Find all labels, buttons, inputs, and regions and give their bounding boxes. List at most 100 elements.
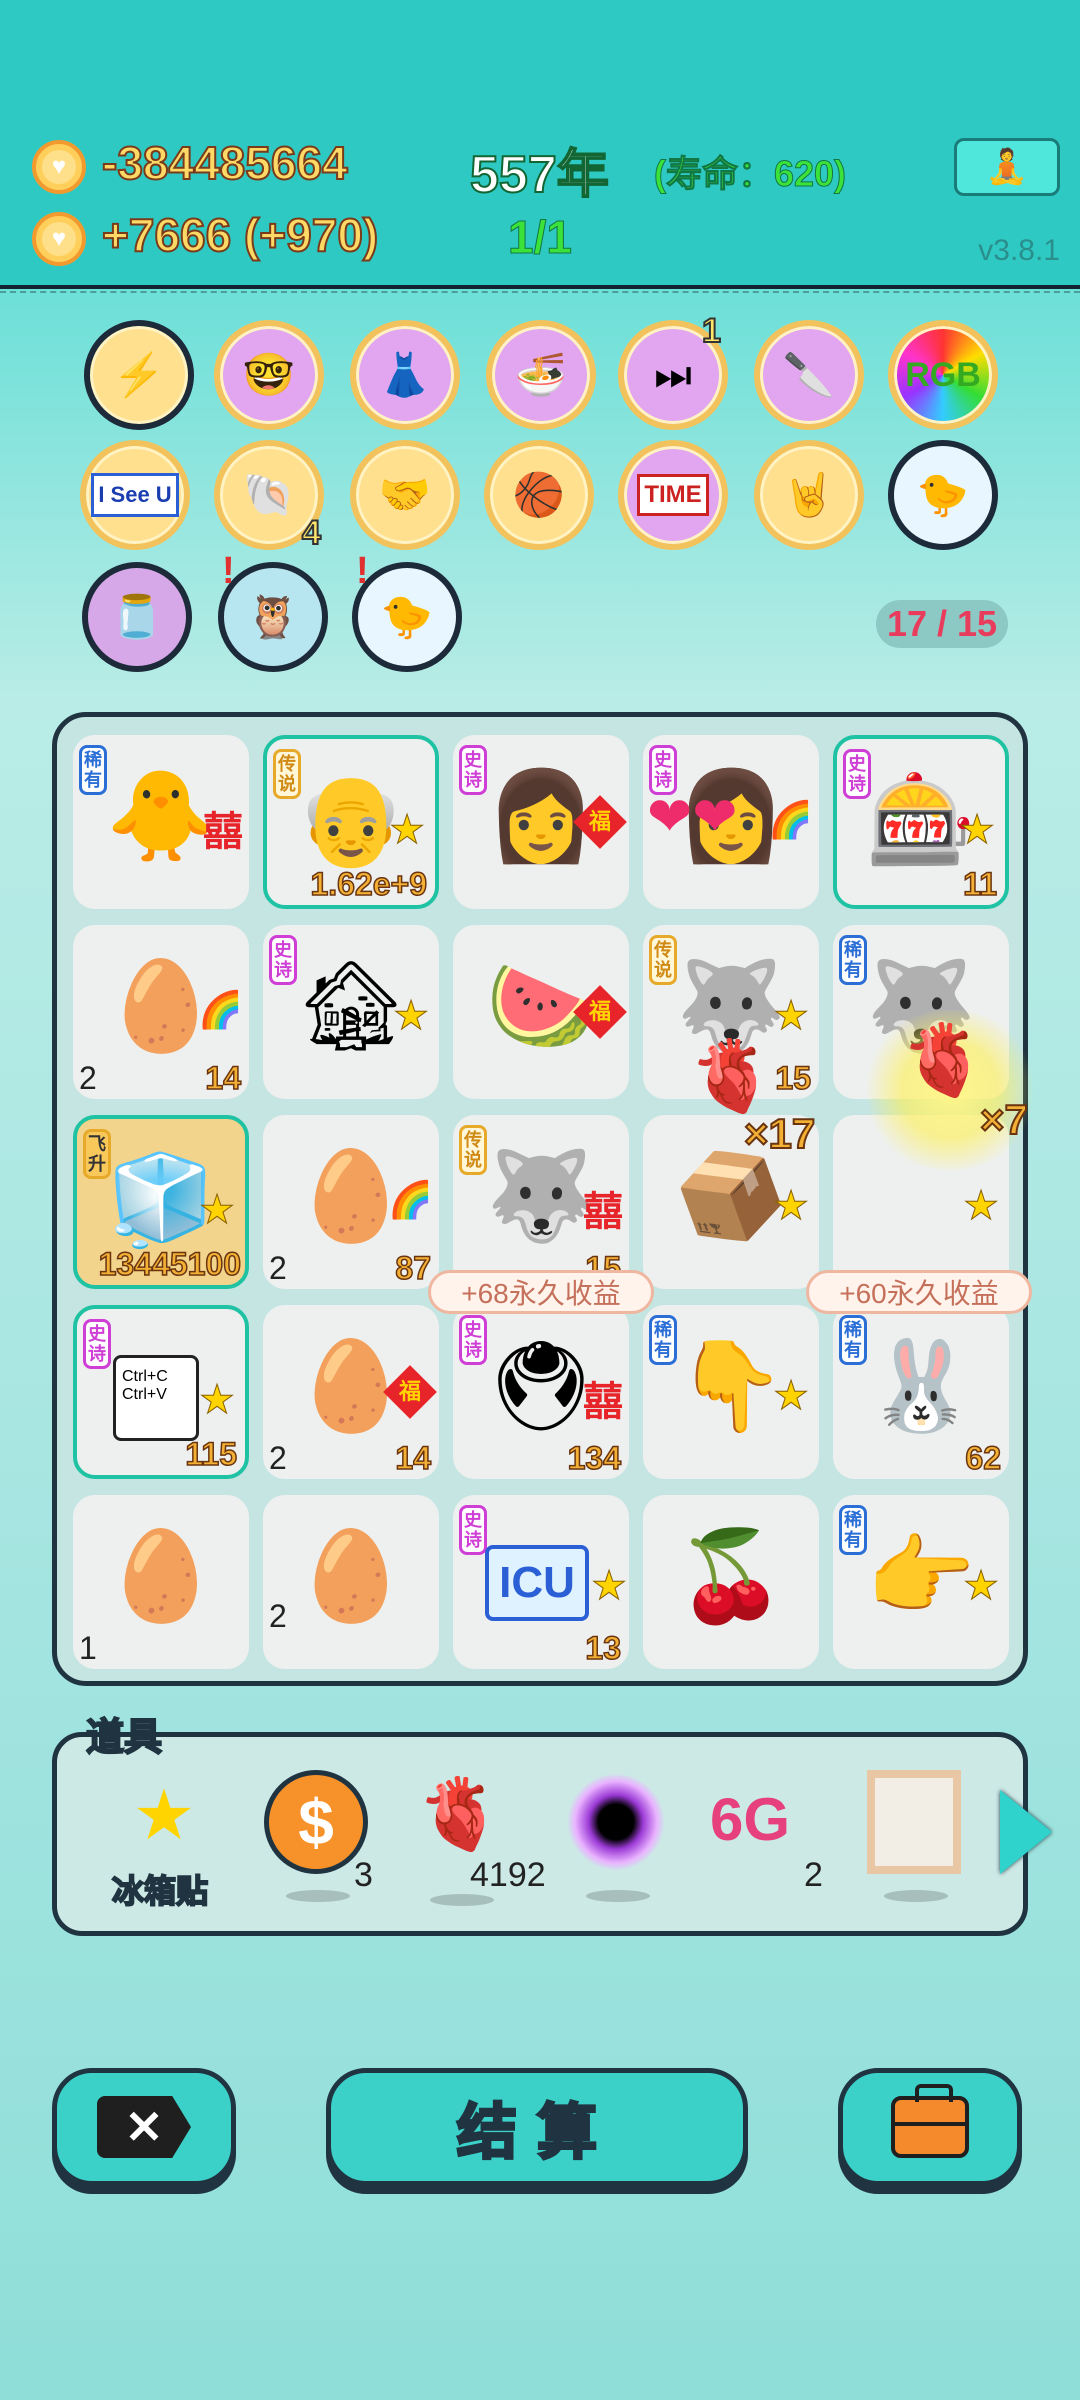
meditate-button[interactable]: 🧘 xyxy=(954,138,1060,196)
income-bubble: +68永久收益 xyxy=(428,1270,654,1314)
cancel-button[interactable]: ✕ xyxy=(52,2068,236,2186)
chick-syringe-badge[interactable]: 🐤 xyxy=(888,440,998,550)
basketball-badge[interactable]: 🏀 xyxy=(484,440,594,550)
stage-counter: 1/1 xyxy=(508,211,573,264)
prop-coin-count: 3 xyxy=(354,1856,373,1894)
board-cell[interactable]: 🥚 2 xyxy=(263,1495,439,1669)
star-icon: ★ xyxy=(393,994,430,1039)
item-level: 1 xyxy=(79,1630,97,1666)
star-icon: ★ xyxy=(963,1564,1000,1609)
close-icon: ✕ xyxy=(97,2096,191,2158)
math-face-icon: 🤓 xyxy=(242,350,296,398)
time-magazine-badge[interactable]: TIME xyxy=(618,440,728,550)
item-value: 14 xyxy=(395,1439,432,1477)
board-cell[interactable]: 🥚 福 2 14 xyxy=(263,1305,439,1479)
star-icon: ★ xyxy=(132,1776,196,1854)
star-icon: ★ xyxy=(389,808,426,853)
money-total: -384485664 xyxy=(101,136,349,190)
alert-icon: ! xyxy=(356,550,369,592)
settle-button[interactable]: 结算 xyxy=(326,2068,748,2186)
rarity-badge: 史诗 xyxy=(459,1505,487,1555)
inventory-button[interactable] xyxy=(838,2068,1022,2186)
slot-counter: 17 / 15 xyxy=(876,600,1008,648)
star-icon: ★ xyxy=(773,1184,810,1229)
item-level: 2 xyxy=(269,1440,287,1476)
liver-icon: 🫀 xyxy=(416,1775,504,1853)
noodle-badge[interactable]: 🍜 xyxy=(486,320,596,430)
star-icon: ★ xyxy=(591,1564,628,1609)
skip-count: 1 xyxy=(701,311,722,351)
rock-hand-badge[interactable]: 🤘 xyxy=(754,440,864,550)
star-icon: ★ xyxy=(963,1184,1000,1229)
double-happiness-tag: 囍 xyxy=(583,1190,623,1234)
star-icon: ★ xyxy=(199,1188,236,1233)
board-cell[interactable]: 史诗 Ctrl+C Ctrl+V ★ 115 xyxy=(73,1305,249,1479)
item-level: 2 xyxy=(269,1598,287,1634)
version-label: v3.8.1 xyxy=(978,234,1060,267)
board-cell[interactable]: 稀有 🐰 62 xyxy=(833,1305,1009,1479)
props-next-arrow[interactable] xyxy=(1000,1790,1052,1874)
cleaver-badge[interactable]: 🔪 xyxy=(754,320,864,430)
prop-black-hole[interactable] xyxy=(556,1770,676,1902)
i-see-u-badge[interactable]: I See U xyxy=(80,440,190,550)
rgb-label: RGB xyxy=(905,355,981,394)
prop-6g[interactable]: 6G xyxy=(710,1785,790,1854)
cherry-icon: 🍒 xyxy=(676,1526,786,1625)
chick-icon: 🐤 xyxy=(380,592,434,640)
meditation-icon: 🧘 xyxy=(985,148,1029,186)
dollar-coin-icon: $ xyxy=(264,1770,368,1874)
bowl-icon: 🍜 xyxy=(514,350,568,398)
item-value: 1.62e+9 xyxy=(310,865,428,903)
rabbit-icon: 🐰 xyxy=(866,1336,976,1435)
jar-badge[interactable]: 🫙 xyxy=(82,562,192,672)
board-cell[interactable]: 🥚 🌈 2 87 xyxy=(263,1115,439,1289)
board-cell[interactable]: 🍒 xyxy=(643,1495,819,1669)
board-cell[interactable]: 史诗 🖲 囍 134 xyxy=(453,1305,629,1479)
item-value: 13445100 xyxy=(98,1245,242,1283)
i-see-u-label: I See U xyxy=(91,473,179,517)
prop-frame[interactable] xyxy=(854,1770,974,1902)
board-cell[interactable]: 史诗 ICU ★ 13 xyxy=(453,1495,629,1669)
item-level: 2 xyxy=(269,1250,287,1286)
money-rate: +7666 (+970) xyxy=(101,208,379,262)
item-value: 14 xyxy=(205,1059,242,1097)
heart-coin-icon: ♥ xyxy=(32,212,86,266)
egg-icon: 🥚 xyxy=(106,1526,216,1625)
star-icon: ★ xyxy=(773,1374,810,1419)
board-cell[interactable]: 稀有 🐥 囍 xyxy=(73,735,249,909)
skirt-badge[interactable]: 👗 xyxy=(350,320,460,430)
board-cell[interactable]: 稀有 👇 ★ xyxy=(643,1305,819,1479)
board-cell[interactable]: 🥚 1 xyxy=(73,1495,249,1669)
board-cell[interactable]: 史诗 🎰 ★ 11 xyxy=(833,735,1009,909)
math-badge[interactable]: 🤓 xyxy=(214,320,324,430)
board-cell[interactable]: 飞升 🧊 ★ 13445100 xyxy=(73,1115,249,1289)
settle-label: 结算 xyxy=(456,2097,617,2167)
rarity-badge: 史诗 xyxy=(83,1319,111,1369)
board-cell[interactable]: 传说 👴 ★ 1.62e+9 xyxy=(263,735,439,909)
board-cell[interactable]: 史诗 👩 福 xyxy=(453,735,629,909)
board-cell[interactable]: 🥚 🌈 2 14 xyxy=(73,925,249,1099)
basketball-icon: 🏀 xyxy=(512,470,566,518)
rainbow-icon: 🌈 xyxy=(198,989,243,1030)
board-cell[interactable]: 传说 🐺 囍 15 xyxy=(453,1115,629,1289)
owl-icon: 🦉 xyxy=(246,592,300,640)
board-cell[interactable]: 史诗 👩 ❤❤ 🌈 xyxy=(643,735,819,909)
rgb-badge[interactable]: RGB xyxy=(888,320,998,430)
star-icon: ★ xyxy=(959,808,996,853)
handshake-badge[interactable]: 🤝 xyxy=(350,440,460,550)
prop-liver-count: 4192 xyxy=(470,1856,546,1894)
multiplier-label: ×17 xyxy=(743,1109,816,1158)
shell-count: 4 xyxy=(301,513,322,553)
item-value: 115 xyxy=(185,1435,238,1473)
star-icon: ★ xyxy=(773,994,810,1039)
lightning-badge[interactable]: ⚡ xyxy=(84,320,194,430)
item-value: 134 xyxy=(567,1439,622,1477)
liver-icon: 🫀 xyxy=(688,1037,776,1115)
double-happiness-tag: 囍 xyxy=(583,1380,623,1424)
briefcase-icon xyxy=(891,2084,969,2158)
prop-star-label: 冰箱贴 xyxy=(111,1872,209,1910)
board-cell[interactable]: 稀有 👉 ★ xyxy=(833,1495,1009,1669)
board-cell[interactable]: 🍉 福 xyxy=(453,925,629,1099)
hearts-icon: ❤❤ xyxy=(647,787,738,847)
board-cell[interactable]: 史诗 🏚 ★ xyxy=(263,925,439,1099)
